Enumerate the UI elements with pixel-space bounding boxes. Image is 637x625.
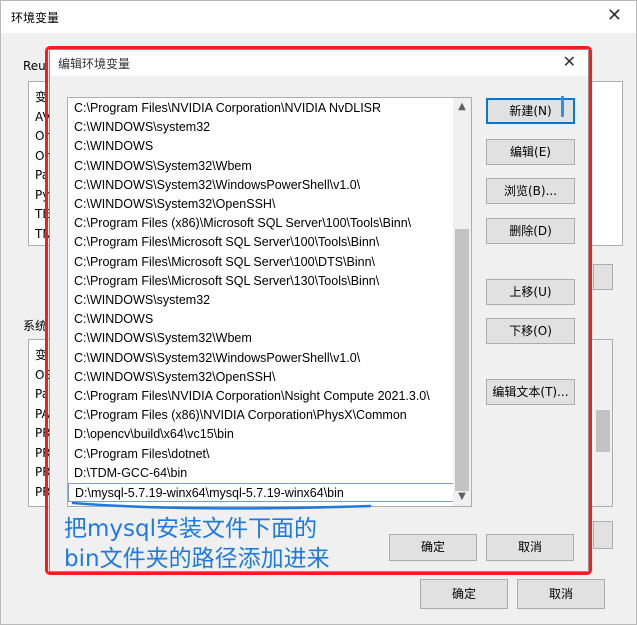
annotation-line-2: bin文件夹的路径添加进来 bbox=[64, 546, 330, 572]
annotation-line-1: 把mysql安装文件下面的 bbox=[64, 516, 317, 542]
annotation-text: 把mysql安装文件下面的 bin文件夹的路径添加进来 bbox=[64, 514, 330, 574]
